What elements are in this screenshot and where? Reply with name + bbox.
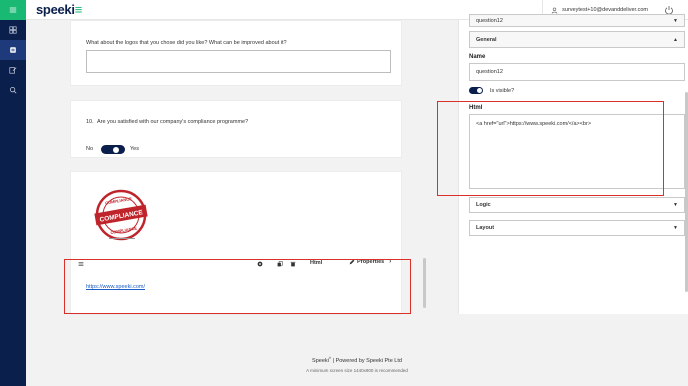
layout-group-label: Layout: [476, 225, 495, 231]
user-email: surveytest+10@devanddeliver.com: [562, 7, 648, 13]
footer-note: A minimum screen size 1440x900 is recomm…: [306, 367, 408, 373]
question-10-toggle[interactable]: [101, 145, 125, 154]
toggle-knob: [113, 146, 119, 153]
question-select[interactable]: question12 ▼: [469, 14, 685, 27]
footer: Speeki® | Powered by Speeki Pte Ltd A mi…: [26, 356, 688, 373]
footer-powered: | Powered by Speeki Pte Ltd: [332, 357, 402, 364]
footer-powered-line: Speeki® | Powered by Speeki Pte Ltd: [312, 356, 402, 364]
toggle-yes-label: Yes: [130, 146, 139, 152]
highlight-html-property: [437, 101, 664, 196]
is-visible-toggle-knob: [477, 88, 482, 93]
footer-brand: Speeki: [312, 357, 329, 364]
chevron-up-icon: ▲: [673, 36, 678, 43]
sidebar: [0, 0, 26, 386]
sidebar-item-dashboard[interactable]: [0, 20, 26, 40]
menu-icon: [9, 7, 17, 13]
question-10-number: 10.: [86, 119, 94, 125]
canvas-scrollbar[interactable]: [423, 258, 426, 308]
question-select-value: question12: [476, 17, 503, 24]
compliance-stamp-image[interactable]: COMPLIANCE COMPLIANCE COMPLIANCE: [91, 185, 151, 245]
question-10-title: Are you satisfied with our company's com…: [97, 119, 249, 125]
stamp-caption-line: [109, 238, 135, 239]
chevron-down-icon: ▼: [673, 202, 678, 208]
chevron-down-icon: ▼: [673, 17, 678, 24]
highlight-html-question: [64, 259, 411, 314]
general-group-header[interactable]: General ▲: [469, 31, 685, 48]
name-input[interactable]: question12: [469, 63, 685, 81]
question-9-title: What about the logos that you chose did …: [86, 40, 287, 46]
edit-icon: [9, 67, 17, 74]
is-visible-toggle[interactable]: [469, 87, 483, 94]
stamp-bottom-text: COMPLIANCE: [110, 225, 138, 235]
name-input-value: question12: [476, 69, 503, 75]
toggle-no-label: No: [86, 146, 94, 152]
search-icon: [10, 87, 17, 94]
question-card-9[interactable]: What about the logos that you chose did …: [70, 20, 402, 86]
logic-group-label: Logic: [476, 202, 491, 208]
layers-icon: [10, 47, 16, 53]
is-visible-label: Is visible?: [490, 88, 515, 94]
layout-group-header[interactable]: Layout ▼: [469, 220, 685, 236]
stamp-top-text: COMPLIANCE: [105, 196, 133, 206]
sidebar-item-editor[interactable]: [0, 60, 26, 80]
user-icon: [551, 7, 558, 14]
question-card-10[interactable]: 10. Are you satisfied with our company's…: [70, 100, 402, 158]
logic-group-header[interactable]: Logic ▼: [469, 197, 685, 213]
grid-icon: [9, 26, 17, 34]
survey-editor-canvas: What about the logos that you chose did …: [26, 14, 688, 386]
name-label: Name: [469, 54, 486, 60]
sidebar-item-search[interactable]: [0, 80, 26, 100]
question-9-answer-textarea[interactable]: [86, 50, 391, 73]
general-group-label: General: [476, 36, 497, 43]
sidebar-menu-button[interactable]: [0, 0, 26, 20]
chevron-down-icon: ▼: [673, 225, 678, 231]
sidebar-item-surveys[interactable]: [0, 40, 26, 60]
speeki-logo[interactable]: speeki≡: [36, 2, 82, 17]
